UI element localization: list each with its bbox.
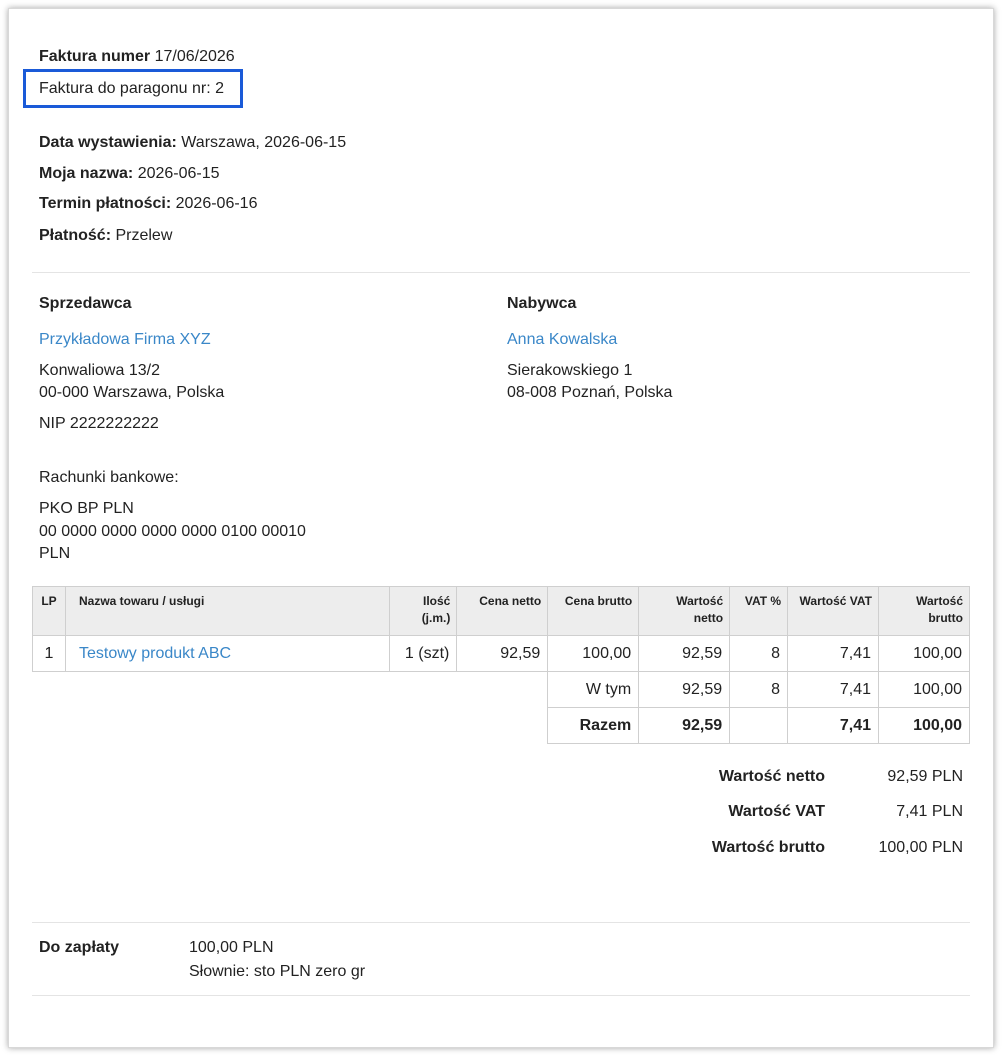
due-date-label: Termin płatności: (39, 195, 172, 212)
table-row: 1 Testowy produkt ABC 1 (szt) 92,59 100,… (32, 635, 971, 672)
cell-lp: 1 (32, 635, 66, 672)
issue-date-value: Warszawa, 2026-06-15 (181, 134, 347, 151)
razem-gross-value: 100,00 (877, 707, 971, 744)
col-vat-pct: VAT % (729, 586, 789, 636)
w-tym-vat-pct: 8 (729, 671, 789, 708)
payment-label: Płatność: (39, 227, 112, 244)
cell-gross-price: 100,00 (547, 635, 640, 672)
w-tym-vat-value: 7,41 (787, 671, 879, 708)
col-lp: LP (32, 586, 66, 636)
seller-nip: NIP 2222222222 (39, 415, 159, 432)
bank-name: PKO BP PLN (39, 500, 134, 517)
invoice-number-line: Faktura numer 17/06/2026 (39, 48, 235, 66)
receipt-ref: Faktura do paragonu nr: 2 (39, 80, 225, 97)
cell-vat-value: 7,41 (787, 635, 879, 672)
col-net-price: Cena netto (456, 586, 549, 636)
table-header-row: LP Nazwa towaru / usługi Ilość (j.m.) Cen… (32, 586, 971, 636)
col-gross-value: Wartość brutto (877, 586, 971, 636)
razem-label: Razem (547, 707, 640, 744)
payment-line: Płatność: Przelew (39, 227, 172, 245)
razem-net-value: 92,59 (638, 707, 731, 744)
razem-vat-pct (729, 707, 789, 744)
cell-qty: 1 (szt) (389, 635, 458, 672)
summary-gross-value: 100,00 PLN (878, 839, 963, 856)
summary-vat-label: Wartość VAT (728, 803, 825, 820)
col-gross-price: Cena brutto (547, 586, 640, 636)
buyer-street: Sierakowskiego 1 (507, 362, 633, 379)
my-name-label: Moja nazwa: (39, 165, 134, 182)
buyer-city: 08-008 Poznań, Polska (507, 384, 673, 401)
due-label: Do zapłaty (39, 939, 120, 956)
razem-row: Razem 92,59 7,41 100,00 (33, 707, 971, 744)
invoice-number-label: Faktura numer (39, 48, 151, 65)
divider (32, 922, 970, 923)
w-tym-net-value: 92,59 (638, 671, 731, 708)
seller-city: 00-000 Warszawa, Polska (39, 384, 225, 401)
invoice-number-value: 17/06/2026 (154, 48, 235, 65)
summary-vat-value: 7,41 PLN (896, 803, 963, 820)
divider (32, 272, 970, 273)
payment-value: Przelew (115, 227, 173, 244)
razem-vat-value: 7,41 (787, 707, 879, 744)
summary-net-label: Wartość netto (718, 768, 825, 785)
product-link[interactable]: Testowy produkt ABC (64, 635, 391, 672)
due-date-line: Termin płatności: 2026-06-16 (39, 195, 257, 213)
cell-net-value: 92,59 (638, 635, 731, 672)
divider (32, 995, 970, 996)
buyer-heading: Nabywca (507, 295, 577, 312)
bank-currency: PLN (39, 545, 71, 562)
col-qty: Ilość (j.m.) (389, 586, 458, 636)
cell-vat-pct: 8 (729, 635, 789, 672)
my-name-value: 2026-06-15 (137, 165, 220, 182)
bank-account: 00 0000 0000 0000 0000 0100 00010 (39, 523, 306, 540)
seller-street: Konwaliowa 13/2 (39, 362, 160, 379)
col-net-value: Wartość netto (638, 586, 731, 636)
cell-net-price: 92,59 (456, 635, 549, 672)
issue-date-label: Data wystawienia: (39, 134, 177, 151)
summary-net-value: 92,59 PLN (887, 768, 963, 785)
seller-heading: Sprzedawca (39, 295, 132, 312)
seller-name-link[interactable]: Przykładowa Firma XYZ (39, 331, 211, 349)
issue-date-line: Data wystawienia: Warszawa, 2026-06-15 (39, 134, 346, 152)
w-tym-gross-value: 100,00 (877, 671, 971, 708)
col-vat-value: Wartość VAT (787, 586, 879, 636)
my-name-line: Moja nazwa: 2026-06-15 (39, 165, 220, 183)
due-words: Słownie: sto PLN zero gr (189, 963, 366, 980)
w-tym-row: W tym 92,59 8 7,41 100,00 (33, 671, 971, 708)
summary-gross-label: Wartość brutto (711, 839, 825, 856)
due-amount: 100,00 PLN (189, 939, 274, 956)
items-table: LP Nazwa towaru / usługi Ilość (j.m.) Cen… (32, 586, 971, 744)
col-name: Nazwa towaru / usługi (64, 586, 391, 636)
bank-heading: Rachunki bankowe: (39, 469, 179, 486)
w-tym-label: W tym (547, 671, 640, 708)
cell-gross-value: 100,00 (877, 635, 971, 672)
buyer-name-link[interactable]: Anna Kowalska (507, 331, 617, 349)
due-date-value: 2026-06-16 (175, 195, 258, 212)
